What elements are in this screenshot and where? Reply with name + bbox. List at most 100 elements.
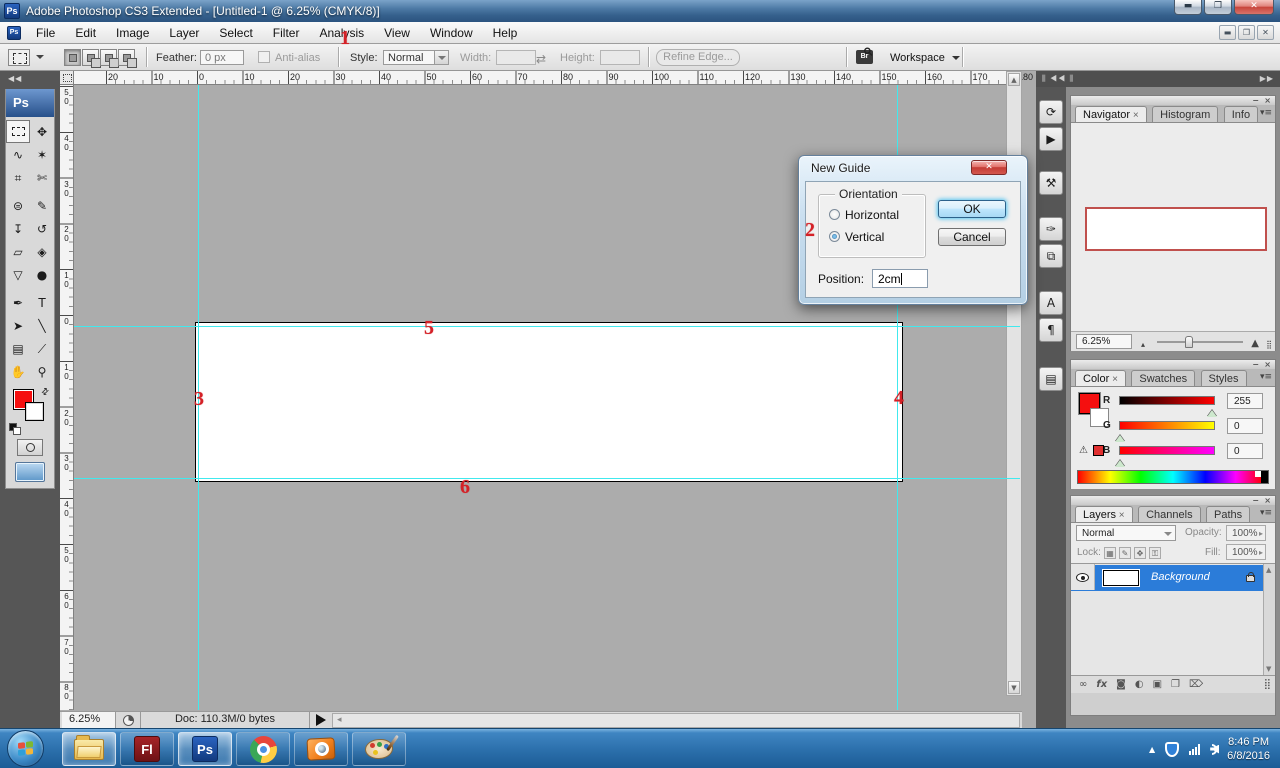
dialog-close-button[interactable]: ✕ <box>971 160 1007 175</box>
tab-styles[interactable]: Styles <box>1200 370 1247 387</box>
layer-visibility-cell[interactable] <box>1071 564 1095 590</box>
minimize-button[interactable]: ▬ <box>1174 0 1202 15</box>
panel-close-icon[interactable]: × <box>1264 96 1271 105</box>
new-layer-icon[interactable]: ❐ <box>1171 679 1180 690</box>
move-tool[interactable]: ✥ <box>30 120 54 143</box>
panel-menu-icon[interactable]: ▾≡ <box>1260 108 1272 118</box>
subtract-from-selection-button[interactable] <box>100 49 119 68</box>
path-selection-tool[interactable]: ➤ <box>6 314 30 337</box>
scroll-down-icon[interactable]: ▼ <box>1266 665 1271 673</box>
layer-comps-panel-button[interactable]: ▤ <box>1039 367 1063 391</box>
history-panel-button[interactable]: ⟳ <box>1039 100 1063 124</box>
blue-channel-slider[interactable] <box>1119 446 1215 455</box>
panel-menu-icon[interactable]: ▾≡ <box>1260 508 1272 518</box>
tool-presets-panel-button[interactable]: ⚒ <box>1039 171 1063 195</box>
tray-expand-icon[interactable]: ▲ <box>1149 745 1155 754</box>
doc-minimize-button[interactable]: ▬ <box>1219 25 1236 40</box>
horizontal-guide-top[interactable] <box>74 326 1020 327</box>
add-mask-icon[interactable]: ◙ <box>1116 679 1126 690</box>
blue-slider-thumb[interactable] <box>1115 455 1125 467</box>
panel-close-icon[interactable]: × <box>1264 360 1271 369</box>
close-button[interactable]: ✕ <box>1234 0 1274 15</box>
network-signal-icon[interactable] <box>1189 743 1201 755</box>
red-slider-thumb[interactable] <box>1207 405 1217 417</box>
resize-grip-icon[interactable]: ⣿ <box>1266 340 1272 349</box>
color-spectrum-bar[interactable] <box>1077 470 1269 484</box>
height-field[interactable] <box>600 50 640 65</box>
menu-item-image[interactable]: Image <box>106 22 159 44</box>
workspace-arrow-icon[interactable] <box>952 56 960 64</box>
tab-channels[interactable]: Channels <box>1138 506 1201 523</box>
restore-button[interactable]: ❐ <box>1204 0 1232 15</box>
style-dropdown[interactable]: Normal <box>383 50 435 65</box>
horizontal-scrollbar[interactable] <box>332 713 1020 728</box>
eraser-tool[interactable]: ▱ <box>6 240 30 263</box>
menu-item-help[interactable]: Help <box>483 22 528 44</box>
black-swatch[interactable] <box>1261 471 1268 483</box>
screen-mode-button[interactable] <box>15 462 45 482</box>
status-zoom-field[interactable]: 6.25% <box>62 712 116 728</box>
red-channel-slider[interactable] <box>1119 396 1215 405</box>
doc-close-button[interactable]: ✕ <box>1257 25 1274 40</box>
horizontal-guide-bottom[interactable] <box>74 478 1020 479</box>
navigator-zoom-field[interactable]: 6.25% <box>1076 334 1132 349</box>
dodge-tool[interactable]: ● <box>30 263 54 286</box>
security-shield-icon[interactable] <box>1165 741 1180 757</box>
cancel-button[interactable]: Cancel <box>938 228 1006 246</box>
brushes-panel-button[interactable]: ✑ <box>1039 217 1063 241</box>
lock-position-icon[interactable]: ✥ <box>1134 547 1146 559</box>
panel-minimize-icon[interactable]: − <box>1252 360 1259 369</box>
background-color-swatch[interactable] <box>25 402 44 421</box>
spot-healing-brush-tool[interactable]: ⊜ <box>6 194 30 217</box>
clock[interactable]: 8:46 PM 6/8/2016 <box>1227 735 1270 763</box>
gamut-warning-icon[interactable]: ⚠ <box>1079 445 1088 456</box>
zoom-in-icon[interactable]: ▲ <box>1251 338 1259 349</box>
red-channel-value[interactable]: 255 <box>1227 393 1263 409</box>
tab-swatches[interactable]: Swatches <box>1131 370 1196 387</box>
ruler-left[interactable]: 50 40 30 20 10 0 10 20 30 40 50 60 70 80 <box>60 85 74 710</box>
gamut-color-swatch[interactable] <box>1093 445 1104 456</box>
slice-tool[interactable]: ✄ <box>30 166 54 189</box>
lock-transparency-icon[interactable]: ▦ <box>1104 547 1116 559</box>
adjustment-layer-icon[interactable]: ◐ <box>1135 679 1144 690</box>
blur-tool[interactable]: ▽ <box>6 263 30 286</box>
slider-thumb[interactable] <box>1185 336 1193 348</box>
status-flyout-arrow-icon[interactable] <box>316 714 332 726</box>
tool-preset-arrow-icon[interactable] <box>36 55 44 63</box>
panel-menu-icon[interactable]: ▾≡ <box>1260 372 1272 382</box>
blend-mode-dropdown[interactable]: Normal <box>1076 525 1176 541</box>
blue-channel-value[interactable]: 0 <box>1227 443 1263 459</box>
magic-wand-tool[interactable]: ✶ <box>30 143 54 166</box>
workspace-menu[interactable]: Workspace <box>890 52 945 64</box>
green-channel-value[interactable]: 0 <box>1227 418 1263 434</box>
ok-button[interactable]: OK <box>938 200 1006 218</box>
ruler-top[interactable]: 20 10 0 10 20 30 40 50 60 70 80 90 100 110 120 130 140 15… <box>74 71 1033 85</box>
paragraph-panel-button[interactable]: ¶ <box>1039 318 1063 342</box>
scroll-up-icon[interactable]: ▲ <box>1266 566 1271 574</box>
current-tool-icon[interactable] <box>8 49 30 66</box>
style-dropdown-arrow-icon[interactable] <box>434 50 449 65</box>
panel-close-icon[interactable]: × <box>1264 496 1271 505</box>
menu-item-window[interactable]: Window <box>420 22 483 44</box>
pen-tool[interactable]: ✒ <box>6 291 30 314</box>
delete-layer-icon[interactable]: ⌦ <box>1189 679 1203 690</box>
menu-item-select[interactable]: Select <box>209 22 262 44</box>
anti-alias-checkbox[interactable] <box>258 51 270 63</box>
lock-pixels-icon[interactable]: ✎ <box>1119 547 1131 559</box>
canvas-document[interactable] <box>195 322 903 482</box>
feather-field[interactable]: 0 px <box>200 50 244 65</box>
green-slider-thumb[interactable] <box>1115 430 1125 442</box>
actions-panel-button[interactable]: ▶ <box>1039 127 1063 151</box>
width-field[interactable] <box>496 50 536 65</box>
tab-layers[interactable]: Layers <box>1075 506 1133 523</box>
layer-style-icon[interactable]: fx <box>1096 679 1107 690</box>
menu-item-layer[interactable]: Layer <box>159 22 209 44</box>
navigator-proxy-preview[interactable] <box>1085 207 1267 251</box>
scroll-up-icon[interactable]: ▲ <box>1008 73 1020 86</box>
eyedropper-tool[interactable]: ⟋ <box>30 337 54 360</box>
new-selection-button[interactable] <box>64 49 81 66</box>
notes-tool[interactable]: ▤ <box>6 337 30 360</box>
swap-dimensions-icon[interactable]: ⇄ <box>536 52 546 66</box>
lasso-tool[interactable]: ∿ <box>6 143 30 166</box>
tab-color[interactable]: Color <box>1075 370 1126 387</box>
